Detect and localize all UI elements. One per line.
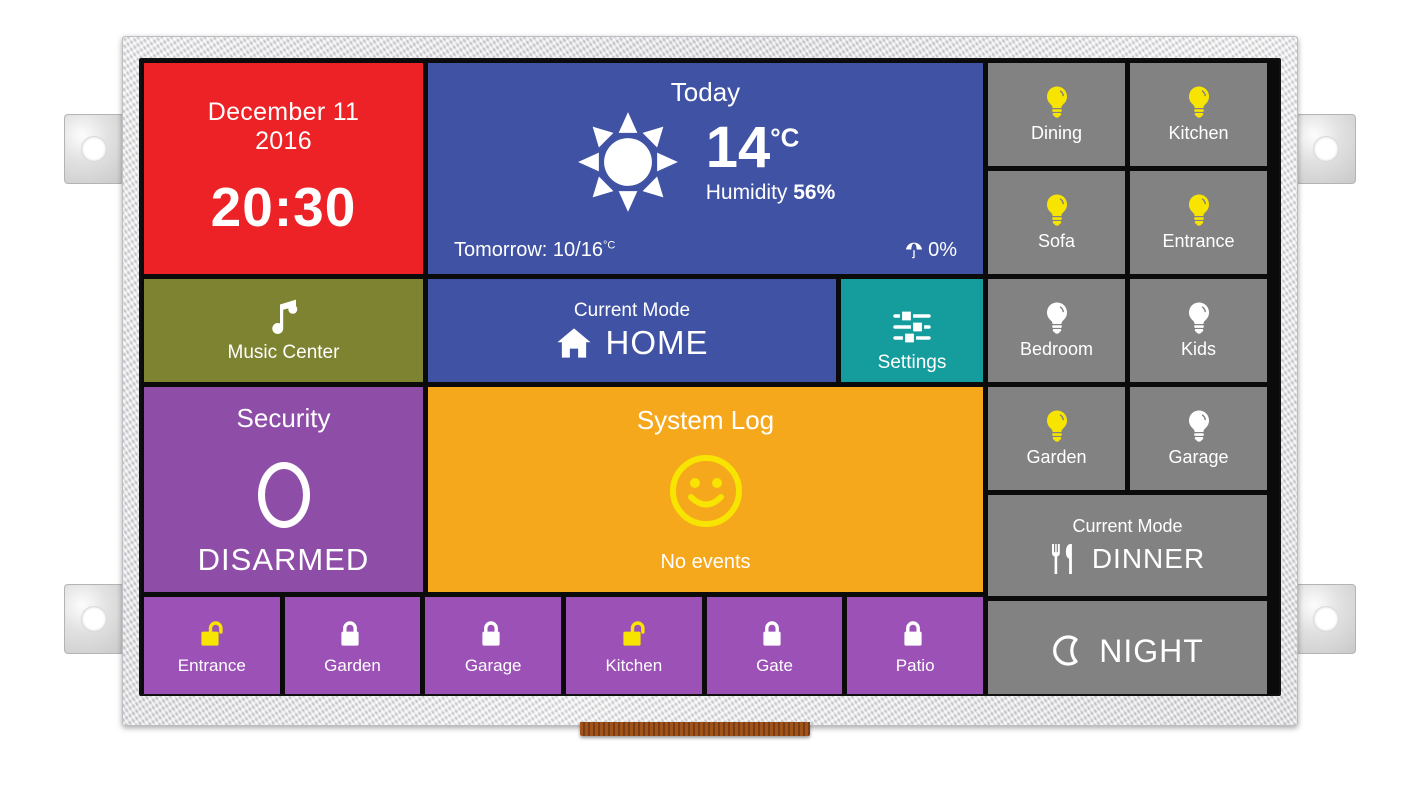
lock-tile-gate[interactable]: Gate: [706, 597, 843, 694]
lightbulb-icon: [1185, 193, 1213, 227]
smiley-icon: [667, 452, 745, 530]
light-tile-bedroom[interactable]: Bedroom: [988, 279, 1125, 382]
security-title: Security: [236, 403, 331, 433]
lightbulb-icon: [1185, 409, 1213, 443]
lock-label: Garden: [324, 655, 381, 675]
date-line-1: December 11: [207, 97, 360, 126]
weather-tile[interactable]: Today 14°C Humidity 56% Tomorrow: 10/16°…: [428, 63, 983, 274]
light-tile-garden[interactable]: Garden: [988, 387, 1125, 490]
mounting-tab-bottom-left: [64, 584, 124, 654]
rain-chance-value: 0%: [928, 239, 957, 261]
padlock-closed-icon: [479, 620, 507, 650]
lock-label: Gate: [756, 655, 793, 675]
sidebar-mode-value: DINNER: [1091, 543, 1206, 574]
light-label: Garage: [1168, 447, 1229, 467]
night-mode-tile[interactable]: NIGHT: [988, 601, 1267, 694]
padlock-closed-icon: [901, 620, 929, 650]
settings-label: Settings: [877, 352, 947, 373]
lights-sidebar: Dining Kitchen Sofa Entrance Bedroom Kids Gard…: [988, 63, 1267, 694]
lock-tile-kitchen[interactable]: Kitchen: [566, 597, 702, 694]
padlock-closed-icon: [760, 620, 788, 650]
security-state: DISARMED: [197, 542, 370, 577]
tomorrow-value: 10/16: [552, 239, 603, 261]
lock-tile-garden[interactable]: Garden: [284, 597, 421, 694]
umbrella-icon: [904, 241, 924, 261]
lock-tile-garage[interactable]: Garage: [425, 597, 561, 694]
tomorrow-forecast: Tomorrow: 10/16°C: [454, 239, 615, 262]
lock-label: Patio: [895, 655, 935, 675]
mounting-tab-top-left: [64, 114, 124, 184]
light-tile-garage[interactable]: Garage: [1130, 387, 1267, 490]
date-time-tile[interactable]: December 11 2016 20:30: [144, 63, 423, 274]
lock-tile-patio[interactable]: Patio: [847, 597, 983, 694]
padlock-open-icon: [620, 620, 648, 650]
temperature-unit: °C: [770, 122, 800, 153]
lock-tile-entrance[interactable]: Entrance: [144, 597, 280, 694]
light-tile-dining[interactable]: Dining: [988, 63, 1125, 166]
mode-settings-row: Current Mode HOME Settings: [428, 279, 983, 382]
light-label: Bedroom: [1019, 339, 1094, 359]
sliders-icon: [890, 308, 934, 346]
light-label: Kitchen: [1168, 123, 1229, 143]
sun-icon: [576, 110, 680, 214]
lightbulb-icon: [1185, 85, 1213, 119]
lock-label: Entrance: [177, 655, 246, 675]
light-label: Entrance: [1162, 231, 1235, 251]
light-tile-kitchen[interactable]: Kitchen: [1130, 63, 1267, 166]
light-label: Kids: [1180, 339, 1216, 359]
mounting-tab-top-right: [1296, 114, 1356, 184]
tomorrow-unit: °C: [602, 239, 616, 252]
light-label: Sofa: [1037, 231, 1076, 251]
lightbulb-icon: [1043, 409, 1071, 443]
humidity-label: Humidity: [705, 181, 788, 204]
flex-ribbon-cable: [580, 722, 810, 736]
current-mode-title: Current Mode: [573, 299, 691, 321]
sidebar-current-mode-tile[interactable]: Current Mode DINNER: [988, 495, 1267, 596]
touchscreen[interactable]: December 11 2016 20:30 Today 14°C Humidi…: [139, 58, 1281, 696]
padlock-closed-icon: [338, 620, 366, 650]
date-line-2: 2016: [255, 126, 312, 155]
settings-tile[interactable]: Settings: [841, 279, 983, 382]
lock-label: Garage: [464, 655, 522, 675]
clock-time: 20:30: [210, 176, 357, 239]
mounting-tab-bottom-right: [1296, 584, 1356, 654]
moon-icon: [1051, 634, 1085, 670]
cutlery-icon: [1050, 543, 1080, 575]
lightbulb-icon: [1043, 193, 1071, 227]
sidebar-mode-title: Current Mode: [1072, 516, 1183, 536]
lock-row: Entrance Garden Garage Kitchen Gate Patio: [144, 597, 983, 694]
security-tile[interactable]: Security DISARMED: [144, 387, 423, 592]
lock-label: Kitchen: [605, 655, 663, 675]
music-center-tile[interactable]: Music Center: [144, 279, 423, 382]
light-label: Dining: [1030, 123, 1083, 143]
system-log-state: No events: [660, 551, 751, 573]
tomorrow-label: Tomorrow:: [454, 239, 548, 261]
rain-chance: 0%: [904, 239, 957, 262]
display-module: December 11 2016 20:30 Today 14°C Humidi…: [64, 36, 1356, 736]
light-tile-kids[interactable]: Kids: [1130, 279, 1267, 382]
temperature-value: 14: [705, 115, 771, 180]
light-tile-entrance[interactable]: Entrance: [1130, 171, 1267, 274]
home-icon: [556, 327, 592, 359]
lightbulb-icon: [1043, 301, 1071, 335]
light-tile-sofa[interactable]: Sofa: [988, 171, 1125, 274]
current-mode-value: HOME: [605, 323, 709, 361]
music-note-icon: [268, 298, 300, 336]
night-mode-label: NIGHT: [1099, 633, 1204, 669]
ring-icon: [257, 462, 310, 528]
system-log-tile[interactable]: System Log No events: [428, 387, 983, 592]
weather-title: Today: [670, 77, 741, 107]
lightbulb-icon: [1043, 85, 1071, 119]
light-label: Garden: [1026, 447, 1087, 467]
music-center-label: Music Center: [227, 341, 340, 363]
humidity-value: 56%: [793, 181, 836, 204]
current-mode-tile[interactable]: Current Mode HOME: [428, 279, 836, 382]
lightbulb-icon: [1185, 301, 1213, 335]
padlock-open-icon: [198, 620, 226, 650]
system-log-title: System Log: [636, 405, 775, 435]
